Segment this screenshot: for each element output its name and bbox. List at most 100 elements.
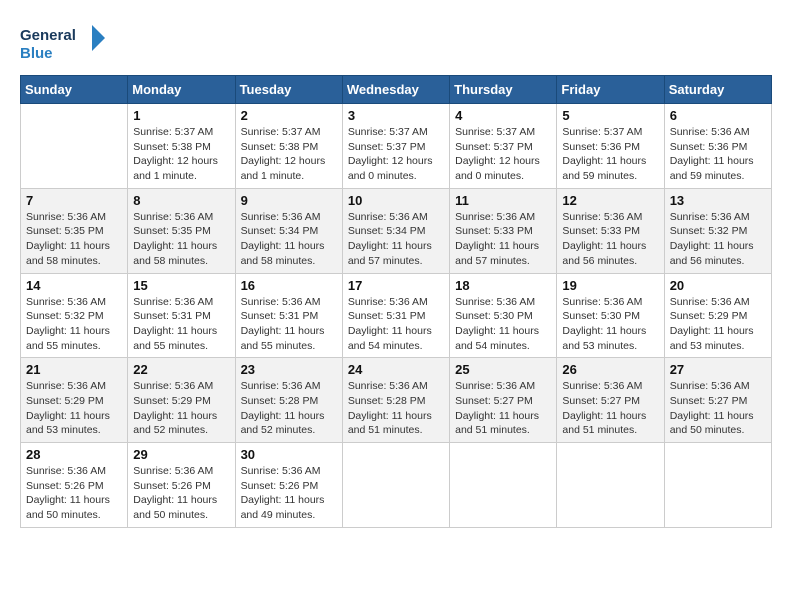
day-info: Sunrise: 5:36 AMSunset: 5:28 PMDaylight:… <box>348 379 444 438</box>
calendar-day-13: 13 Sunrise: 5:36 AMSunset: 5:32 PMDayligh… <box>664 188 771 273</box>
calendar-day-24: 24 Sunrise: 5:36 AMSunset: 5:28 PMDayligh… <box>342 358 449 443</box>
day-info: Sunrise: 5:37 AMSunset: 5:38 PMDaylight:… <box>133 125 229 184</box>
day-info: Sunrise: 5:36 AMSunset: 5:27 PMDaylight:… <box>562 379 658 438</box>
calendar-day-26: 26 Sunrise: 5:36 AMSunset: 5:27 PMDayligh… <box>557 358 664 443</box>
calendar-day-22: 22 Sunrise: 5:36 AMSunset: 5:29 PMDayligh… <box>128 358 235 443</box>
col-header-monday: Monday <box>128 76 235 104</box>
svg-text:General: General <box>20 27 76 44</box>
day-info: Sunrise: 5:36 AMSunset: 5:27 PMDaylight:… <box>670 379 766 438</box>
calendar-day-17: 17 Sunrise: 5:36 AMSunset: 5:31 PMDayligh… <box>342 273 449 358</box>
day-number: 2 <box>241 108 337 123</box>
day-number: 22 <box>133 362 229 377</box>
day-info: Sunrise: 5:36 AMSunset: 5:33 PMDaylight:… <box>562 210 658 269</box>
day-info: Sunrise: 5:36 AMSunset: 5:35 PMDaylight:… <box>26 210 122 269</box>
calendar-day-8: 8 Sunrise: 5:36 AMSunset: 5:35 PMDaylight… <box>128 188 235 273</box>
calendar-day-6: 6 Sunrise: 5:36 AMSunset: 5:36 PMDaylight… <box>664 104 771 189</box>
calendar-day-19: 19 Sunrise: 5:36 AMSunset: 5:30 PMDayligh… <box>557 273 664 358</box>
day-number: 27 <box>670 362 766 377</box>
day-info: Sunrise: 5:36 AMSunset: 5:34 PMDaylight:… <box>348 210 444 269</box>
calendar-day-empty <box>557 443 664 528</box>
calendar-week-4: 21 Sunrise: 5:36 AMSunset: 5:29 PMDayligh… <box>21 358 772 443</box>
calendar-day-empty <box>342 443 449 528</box>
calendar-day-10: 10 Sunrise: 5:36 AMSunset: 5:34 PMDayligh… <box>342 188 449 273</box>
day-number: 17 <box>348 278 444 293</box>
day-number: 9 <box>241 193 337 208</box>
day-number: 8 <box>133 193 229 208</box>
day-info: Sunrise: 5:37 AMSunset: 5:38 PMDaylight:… <box>241 125 337 184</box>
calendar-day-29: 29 Sunrise: 5:36 AMSunset: 5:26 PMDayligh… <box>128 443 235 528</box>
calendar-day-23: 23Sunrise: 5:36 AMSunset: 5:28 PMDayligh… <box>235 358 342 443</box>
day-number: 30 <box>241 447 337 462</box>
day-info: Sunrise: 5:36 AMSunset: 5:26 PMDaylight:… <box>133 464 229 523</box>
day-number: 12 <box>562 193 658 208</box>
calendar-day-25: 25 Sunrise: 5:36 AMSunset: 5:27 PMDayligh… <box>450 358 557 443</box>
calendar-week-3: 14 Sunrise: 5:36 AMSunset: 5:32 PMDayligh… <box>21 273 772 358</box>
calendar-day-27: 27 Sunrise: 5:36 AMSunset: 5:27 PMDayligh… <box>664 358 771 443</box>
calendar-week-1: 1Sunrise: 5:37 AMSunset: 5:38 PMDaylight… <box>21 104 772 189</box>
day-info: Sunrise: 5:37 AMSunset: 5:37 PMDaylight:… <box>348 125 444 184</box>
day-number: 28 <box>26 447 122 462</box>
calendar-day-18: 18 Sunrise: 5:36 AMSunset: 5:30 PMDayligh… <box>450 273 557 358</box>
day-info: Sunrise: 5:36 AMSunset: 5:34 PMDaylight:… <box>241 210 337 269</box>
calendar-day-2: 2 Sunrise: 5:37 AMSunset: 5:38 PMDaylight… <box>235 104 342 189</box>
logo: General Blue <box>20 20 110 65</box>
day-number: 24 <box>348 362 444 377</box>
day-number: 26 <box>562 362 658 377</box>
calendar-table: SundayMondayTuesdayWednesdayThursdayFrid… <box>20 75 772 528</box>
calendar-day-7: 7 Sunrise: 5:36 AMSunset: 5:35 PMDaylight… <box>21 188 128 273</box>
day-info: Sunrise: 5:36 AMSunset: 5:28 PMDaylight:… <box>241 379 337 438</box>
day-number: 14 <box>26 278 122 293</box>
day-info: Sunrise: 5:36 AMSunset: 5:29 PMDaylight:… <box>670 295 766 354</box>
day-number: 15 <box>133 278 229 293</box>
day-number: 7 <box>26 193 122 208</box>
day-info: Sunrise: 5:36 AMSunset: 5:35 PMDaylight:… <box>133 210 229 269</box>
day-info: Sunrise: 5:36 AMSunset: 5:31 PMDaylight:… <box>348 295 444 354</box>
day-info: Sunrise: 5:36 AMSunset: 5:27 PMDaylight:… <box>455 379 551 438</box>
calendar-header-row: SundayMondayTuesdayWednesdayThursdayFrid… <box>21 76 772 104</box>
day-info: Sunrise: 5:36 AMSunset: 5:29 PMDaylight:… <box>133 379 229 438</box>
calendar-day-28: 28 Sunrise: 5:36 AMSunset: 5:26 PMDayligh… <box>21 443 128 528</box>
day-number: 29 <box>133 447 229 462</box>
col-header-sunday: Sunday <box>21 76 128 104</box>
day-number: 21 <box>26 362 122 377</box>
day-info: Sunrise: 5:36 AMSunset: 5:30 PMDaylight:… <box>562 295 658 354</box>
calendar-day-9: 9 Sunrise: 5:36 AMSunset: 5:34 PMDaylight… <box>235 188 342 273</box>
calendar-day-11: 11 Sunrise: 5:36 AMSunset: 5:33 PMDayligh… <box>450 188 557 273</box>
day-number: 13 <box>670 193 766 208</box>
calendar-day-4: 4Sunrise: 5:37 AMSunset: 5:37 PMDaylight… <box>450 104 557 189</box>
day-number: 25 <box>455 362 551 377</box>
day-number: 16 <box>241 278 337 293</box>
calendar-day-20: 20 Sunrise: 5:36 AMSunset: 5:29 PMDayligh… <box>664 273 771 358</box>
page-header: General Blue <box>20 20 772 65</box>
day-info: Sunrise: 5:36 AMSunset: 5:31 PMDaylight:… <box>133 295 229 354</box>
logo-svg: General Blue <box>20 20 110 65</box>
day-number: 18 <box>455 278 551 293</box>
day-info: Sunrise: 5:37 AMSunset: 5:36 PMDaylight:… <box>562 125 658 184</box>
calendar-day-12: 12 Sunrise: 5:36 AMSunset: 5:33 PMDayligh… <box>557 188 664 273</box>
calendar-day-5: 5 Sunrise: 5:37 AMSunset: 5:36 PMDaylight… <box>557 104 664 189</box>
col-header-thursday: Thursday <box>450 76 557 104</box>
day-number: 4 <box>455 108 551 123</box>
day-info: Sunrise: 5:36 AMSunset: 5:32 PMDaylight:… <box>670 210 766 269</box>
day-info: Sunrise: 5:36 AMSunset: 5:30 PMDaylight:… <box>455 295 551 354</box>
calendar-day-16: 16Sunrise: 5:36 AMSunset: 5:31 PMDayligh… <box>235 273 342 358</box>
day-number: 6 <box>670 108 766 123</box>
day-number: 11 <box>455 193 551 208</box>
day-info: Sunrise: 5:36 AMSunset: 5:26 PMDaylight:… <box>26 464 122 523</box>
calendar-day-empty <box>664 443 771 528</box>
calendar-day-3: 3 Sunrise: 5:37 AMSunset: 5:37 PMDaylight… <box>342 104 449 189</box>
day-number: 5 <box>562 108 658 123</box>
day-info: Sunrise: 5:36 AMSunset: 5:32 PMDaylight:… <box>26 295 122 354</box>
day-number: 19 <box>562 278 658 293</box>
col-header-wednesday: Wednesday <box>342 76 449 104</box>
calendar-day-empty <box>450 443 557 528</box>
day-number: 10 <box>348 193 444 208</box>
day-info: Sunrise: 5:36 AMSunset: 5:36 PMDaylight:… <box>670 125 766 184</box>
day-number: 20 <box>670 278 766 293</box>
calendar-day-21: 21Sunrise: 5:36 AMSunset: 5:29 PMDayligh… <box>21 358 128 443</box>
calendar-day-empty <box>21 104 128 189</box>
svg-text:Blue: Blue <box>20 45 53 62</box>
day-number: 3 <box>348 108 444 123</box>
day-info: Sunrise: 5:36 AMSunset: 5:33 PMDaylight:… <box>455 210 551 269</box>
calendar-day-14: 14 Sunrise: 5:36 AMSunset: 5:32 PMDayligh… <box>21 273 128 358</box>
